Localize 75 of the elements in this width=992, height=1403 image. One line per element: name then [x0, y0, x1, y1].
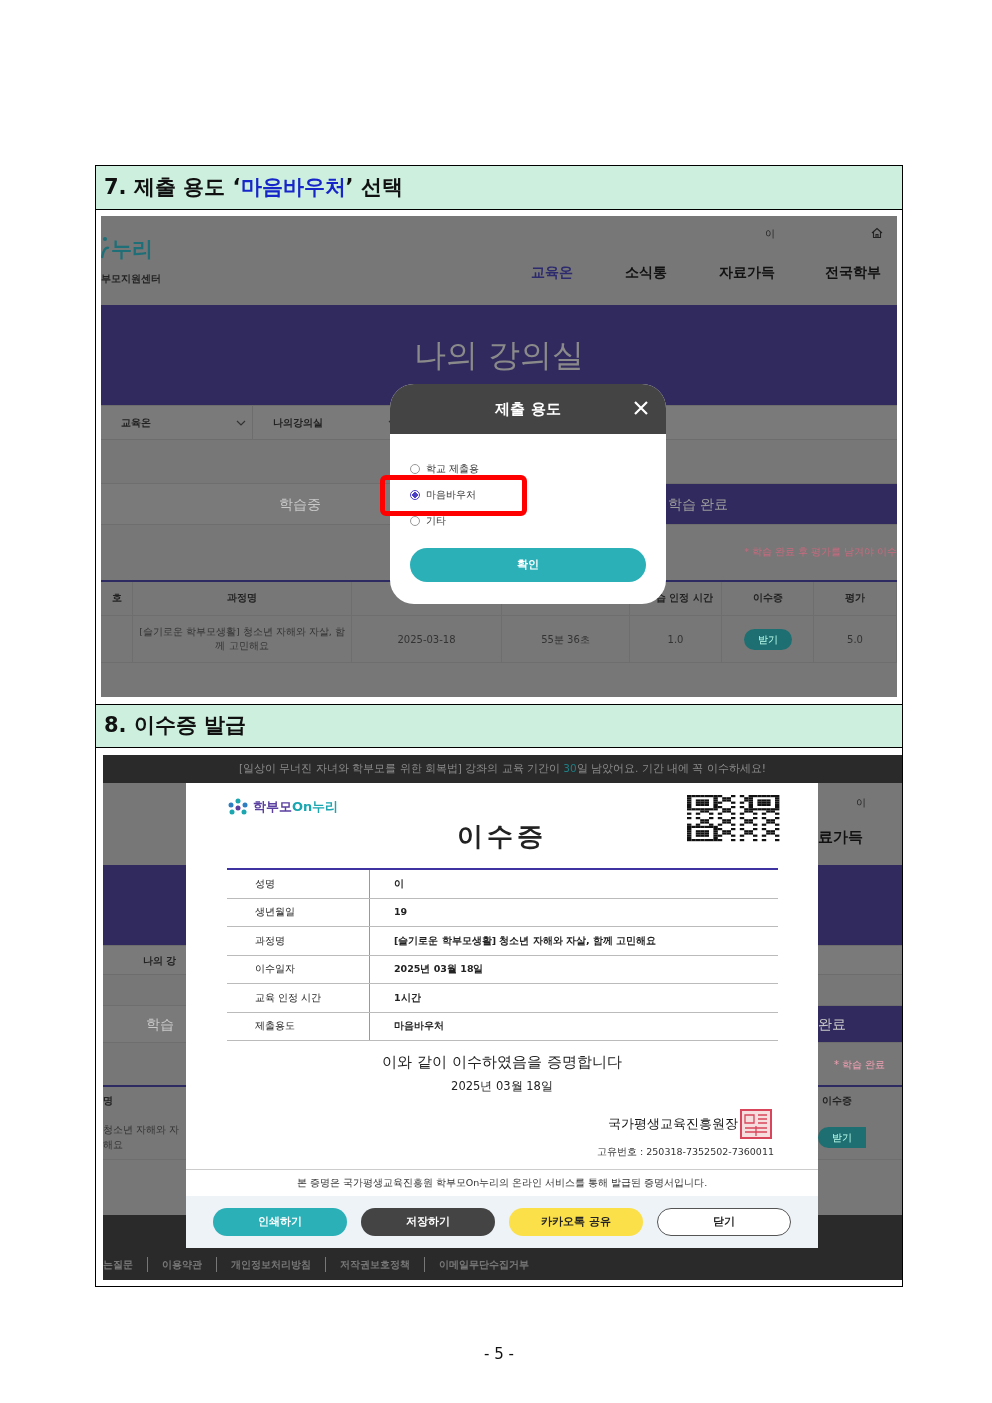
logo-text: 누리 [111, 239, 153, 260]
nav-link[interactable]: 소식통 [625, 262, 667, 283]
field-value: 이 [394, 876, 404, 891]
home-icon[interactable] [871, 227, 883, 239]
nav-link[interactable]: 자료가득 [719, 262, 775, 283]
column-header: 호 [111, 591, 122, 606]
close-icon[interactable] [634, 401, 648, 415]
nav-link[interactable]: 교육온 [531, 262, 573, 283]
column-header: 명 [103, 1093, 113, 1108]
chevron-down-icon [236, 419, 246, 426]
download-button[interactable]: 받기 [743, 628, 792, 650]
seal-drawing [740, 1108, 772, 1139]
tab[interactable]: 완료 [818, 1005, 902, 1043]
footer-link[interactable]: 개인정보처리방침 [216, 1256, 311, 1272]
table-cell-text: 55분 36초 [541, 632, 590, 647]
issuer-name: 국가평생교육진흥원장 [608, 1115, 738, 1133]
table-cell-text: 청소년 자해와 자 [103, 1123, 181, 1137]
section-heading: 8. 이수증 발급 [96, 704, 902, 748]
field-value: 19 [394, 905, 408, 920]
download-button[interactable]: 받기 [818, 1126, 866, 1148]
radio-label[interactable]: 마음바우처 [426, 487, 476, 503]
field-label: 생년월일 [255, 905, 295, 920]
section-heading: 7. 제출 용도 ‘마음바우처’ 선택 [96, 166, 902, 210]
logo-flower-icon [227, 798, 249, 816]
table-cell-text: 5.0 [847, 632, 863, 647]
column-header: 평가 [845, 591, 865, 606]
field-value: 2025년 03월 18일 [394, 962, 484, 977]
print-button[interactable]: 인쇄하기 [213, 1208, 347, 1236]
modal-title: 제출 용도 [495, 398, 561, 420]
tab[interactable]: 학습 [103, 1005, 186, 1043]
field-value: 마음바우처 [394, 1019, 444, 1034]
utility-link[interactable]: 이 [765, 226, 775, 241]
logo-figure-icon [101, 236, 111, 260]
footer-link[interactable]: 이메일무단수집거부 [424, 1256, 529, 1272]
field-label: 과정명 [255, 933, 285, 948]
share-button[interactable]: 카카오톡 공유 [509, 1208, 643, 1236]
table-cell-text: 해요 [103, 1138, 124, 1152]
field-label: 교육 인정 시간 [255, 990, 322, 1005]
column-header: 과정명 [227, 591, 257, 606]
field-label: 성명 [255, 876, 275, 891]
breadcrumb-dropdown[interactable]: 나의 강 [103, 945, 186, 975]
note-text: * 학습 완료 [834, 1057, 886, 1072]
radio-button[interactable] [410, 490, 420, 500]
field-label: 이수일자 [255, 962, 295, 977]
column-header: 이수증 [752, 591, 783, 606]
logo-subtitle: 부모지원센터 [101, 272, 161, 286]
notice-text: [일상이 무너진 자녀와 학부모를 위한 회복법] 강좌의 교육 기간이 30일 남았어요. 기간 내에 꼭 이수하세요! [239, 761, 766, 777]
close-button[interactable]: 닫기 [657, 1208, 791, 1236]
certificate-title: 이수증 [457, 820, 547, 853]
radio-button[interactable] [410, 464, 420, 474]
radio-button[interactable] [410, 516, 420, 526]
field-value: [슬기로운 학부모생활] 청소년 자해와 자살, 함께 고민해요 [394, 933, 657, 948]
field-value: 1시간 [394, 990, 421, 1005]
issue-date: 2025년 03월 18일 [451, 1078, 553, 1093]
radio-label[interactable]: 학교 제출용 [426, 461, 480, 477]
note-text: * 학습 완료 후 평가를 남겨야 이수 [744, 545, 897, 560]
disclaimer-text: 본 증명은 국가평생교육진흥원 학부모On누리의 온라인 서비스를 통해 발급된 증명서입니다. [296, 1175, 708, 1190]
page-title: 나의 강의실 [413, 335, 585, 376]
nav-link[interactable]: 전국학부 [825, 262, 881, 283]
page-number: - 5 - [484, 1345, 514, 1363]
column-header: 이수증 [822, 1093, 852, 1108]
utility-link[interactable]: 이 [856, 795, 866, 810]
nav-link[interactable]: 료가득 [818, 827, 863, 849]
confirm-button[interactable]: 확인 [410, 548, 646, 582]
table-cell-text: 2025-03-18 [397, 632, 456, 647]
field-label: 제출용도 [255, 1019, 295, 1034]
certification-statement: 이와 같이 이수하였음을 증명합니다 [382, 1053, 622, 1071]
footer-link[interactable]: 는질문 [103, 1256, 133, 1272]
table-cell-text: 1.0 [667, 632, 684, 647]
footer-link[interactable]: 저작권보호정책 [325, 1256, 410, 1272]
footer-link[interactable]: 이용약관 [147, 1256, 202, 1272]
breadcrumb-dropdown[interactable]: 교육온 [101, 406, 253, 439]
save-button[interactable]: 저장하기 [361, 1208, 495, 1236]
logo-text: 학부모On누리 [253, 798, 339, 816]
serial-number: 고유번호 : 250318-7352502-7360011 [597, 1145, 774, 1157]
